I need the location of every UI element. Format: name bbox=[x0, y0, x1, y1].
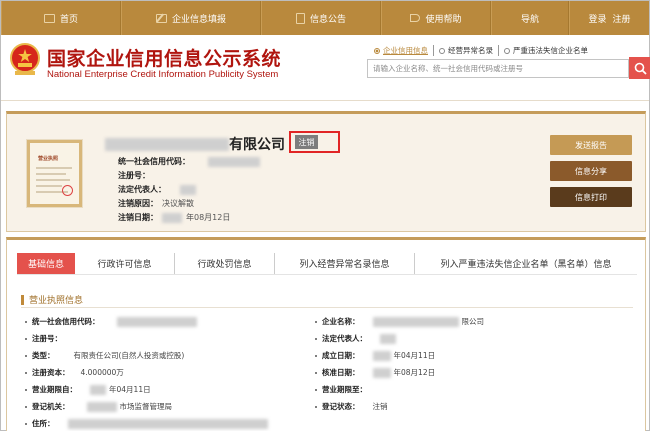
scope-blacklist[interactable]: 严重违法失信企业名单 bbox=[499, 45, 593, 56]
info-reg-no: 注册号： bbox=[118, 171, 150, 180]
speaker-icon bbox=[410, 14, 421, 22]
bullet-icon bbox=[25, 371, 27, 374]
redacted-text bbox=[372, 350, 391, 361]
field-reg-no: 注册号： bbox=[25, 333, 62, 344]
redacted-text bbox=[90, 384, 106, 395]
company-summary-card: 营业执照 有限公司 注销 统一社会信用代码： 注册号： 法定代表人： 注销原因：… bbox=[6, 111, 646, 232]
nav-home[interactable]: 首页 bbox=[1, 1, 121, 35]
nav-auth: 登录 注册 bbox=[569, 1, 649, 35]
nav-home-label: 首页 bbox=[59, 14, 78, 25]
license-title: 营业执照 bbox=[38, 156, 59, 162]
national-emblem-icon bbox=[10, 43, 40, 75]
redacted-text bbox=[67, 418, 268, 429]
edit-icon bbox=[155, 13, 167, 23]
tab-basic-info[interactable]: 基础信息 bbox=[17, 253, 75, 274]
field-established: 成立日期： 年04月11日 bbox=[315, 350, 435, 361]
site-subtitle: National Enterprise Credit Information P… bbox=[47, 69, 279, 80]
field-credit-code: 统一社会信用代码： bbox=[25, 316, 197, 327]
field-reg-capital: 注册资本： 4.000000万 bbox=[25, 367, 124, 378]
search-icon bbox=[634, 62, 647, 75]
register-link[interactable]: 注册 bbox=[613, 12, 631, 25]
status-highlight-box bbox=[289, 131, 340, 153]
field-type: 类型： 有限责任公司(自然人投资或控股) bbox=[25, 350, 184, 361]
bullet-icon bbox=[25, 405, 27, 408]
company-detail-section: 基础信息 行政许可信息 行政处罚信息 列入经营异常名录信息 列入严重违法失信企业… bbox=[6, 237, 646, 431]
radio-icon bbox=[439, 47, 445, 54]
company-name-suffix: 有限公司 bbox=[229, 137, 285, 153]
search-input[interactable]: 请输入企业名称、统一社会信用代码或注册号 bbox=[367, 59, 629, 78]
bullet-icon bbox=[315, 354, 317, 357]
bullet-icon bbox=[315, 405, 317, 408]
license-line bbox=[36, 185, 62, 187]
bullet-icon bbox=[25, 320, 27, 323]
search-button[interactable] bbox=[629, 57, 650, 79]
bullet-icon bbox=[25, 354, 27, 357]
field-authority: 登记机关： 市场监督管理局 bbox=[25, 401, 172, 412]
bullet-icon bbox=[315, 320, 317, 323]
license-info-title: 营业执照信息 bbox=[21, 293, 83, 306]
monitor-icon bbox=[43, 13, 55, 23]
license-line bbox=[36, 179, 70, 181]
redacted-text bbox=[180, 184, 196, 195]
redacted-text bbox=[116, 316, 197, 327]
field-approval-date: 核准日期： 年08月12日 bbox=[315, 367, 435, 378]
nav-notice[interactable]: 信息公告 bbox=[261, 1, 381, 35]
bullet-icon bbox=[25, 422, 27, 425]
bullet-icon bbox=[315, 388, 317, 391]
top-nav: 首页 企业信息填报 信息公告 使用帮助 导航 登录 注册 bbox=[1, 1, 649, 35]
redacted-text bbox=[105, 137, 229, 151]
field-legal-rep: 法定代表人： bbox=[315, 333, 396, 344]
tab-abnormal-list[interactable]: 列入经营异常名录信息 bbox=[275, 253, 415, 274]
search-scope-links: 企业信用信息 经营异常名录 严重违法失信企业名单 bbox=[369, 45, 593, 56]
section-divider bbox=[21, 307, 633, 308]
seal-icon bbox=[62, 185, 73, 196]
tab-admin-penalty[interactable]: 行政处罚信息 bbox=[175, 253, 275, 274]
info-tabs: 基础信息 行政许可信息 行政处罚信息 列入经营异常名录信息 列入严重违法失信企业… bbox=[17, 253, 637, 275]
radio-icon bbox=[504, 47, 510, 54]
info-credit-code: 统一社会信用代码： bbox=[118, 156, 260, 167]
nav-report[interactable]: 企业信息填报 bbox=[121, 1, 261, 35]
nav-help-label: 使用帮助 bbox=[425, 14, 462, 25]
company-name: 有限公司 bbox=[105, 134, 285, 154]
tab-blacklist[interactable]: 列入严重违法失信企业名单（黑名单）信息 bbox=[415, 253, 637, 274]
redacted-text bbox=[372, 316, 459, 327]
license-line bbox=[36, 173, 66, 175]
info-legal-rep: 法定代表人： bbox=[118, 184, 196, 195]
scope-enterprise-info[interactable]: 企业信用信息 bbox=[369, 45, 434, 56]
nav-help[interactable]: 使用帮助 bbox=[381, 1, 491, 35]
site-header: 国家企业信用信息公示系统 National Enterprise Credit … bbox=[1, 35, 650, 101]
redacted-text bbox=[86, 401, 117, 412]
site-title: 国家企业信用信息公示系统 bbox=[47, 48, 282, 70]
bullet-icon bbox=[25, 337, 27, 340]
field-company-name: 企业名称： 限公司 bbox=[315, 316, 484, 327]
scope-abnormal-list[interactable]: 经营异常名录 bbox=[434, 45, 499, 56]
redacted-text bbox=[208, 156, 260, 167]
info-cancel-reason: 注销原因： 决议解散 bbox=[118, 199, 194, 208]
document-icon bbox=[295, 12, 305, 24]
bullet-icon bbox=[25, 388, 27, 391]
login-link[interactable]: 登录 bbox=[588, 12, 606, 25]
nav-report-label: 企业信息填报 bbox=[171, 14, 226, 25]
redacted-text bbox=[380, 333, 396, 344]
share-info-button[interactable]: 信息分享 bbox=[550, 161, 632, 181]
redacted-text bbox=[162, 212, 182, 223]
bullet-icon bbox=[315, 337, 317, 340]
field-term-to: 营业期限至： bbox=[315, 384, 367, 395]
bullet-icon bbox=[315, 371, 317, 374]
send-report-button[interactable]: 发送报告 bbox=[550, 135, 632, 155]
field-address: 住所： bbox=[25, 418, 268, 429]
field-reg-status: 登记状态： 注销 bbox=[315, 401, 388, 412]
nav-notice-label: 信息公告 bbox=[309, 14, 346, 25]
nav-guide[interactable]: 导航 bbox=[491, 1, 569, 35]
license-line bbox=[36, 167, 72, 169]
business-license-image[interactable]: 营业执照 bbox=[27, 140, 82, 207]
radio-selected-icon bbox=[374, 47, 380, 54]
field-term-from: 营业期限自： 年04月11日 bbox=[25, 384, 151, 395]
info-cancel-date: 注销日期： 年08月12日 bbox=[118, 212, 231, 223]
redacted-text bbox=[372, 367, 391, 378]
tab-admin-license[interactable]: 行政许可信息 bbox=[75, 253, 175, 274]
print-info-button[interactable]: 信息打印 bbox=[550, 187, 632, 207]
nav-guide-label: 导航 bbox=[520, 14, 539, 25]
